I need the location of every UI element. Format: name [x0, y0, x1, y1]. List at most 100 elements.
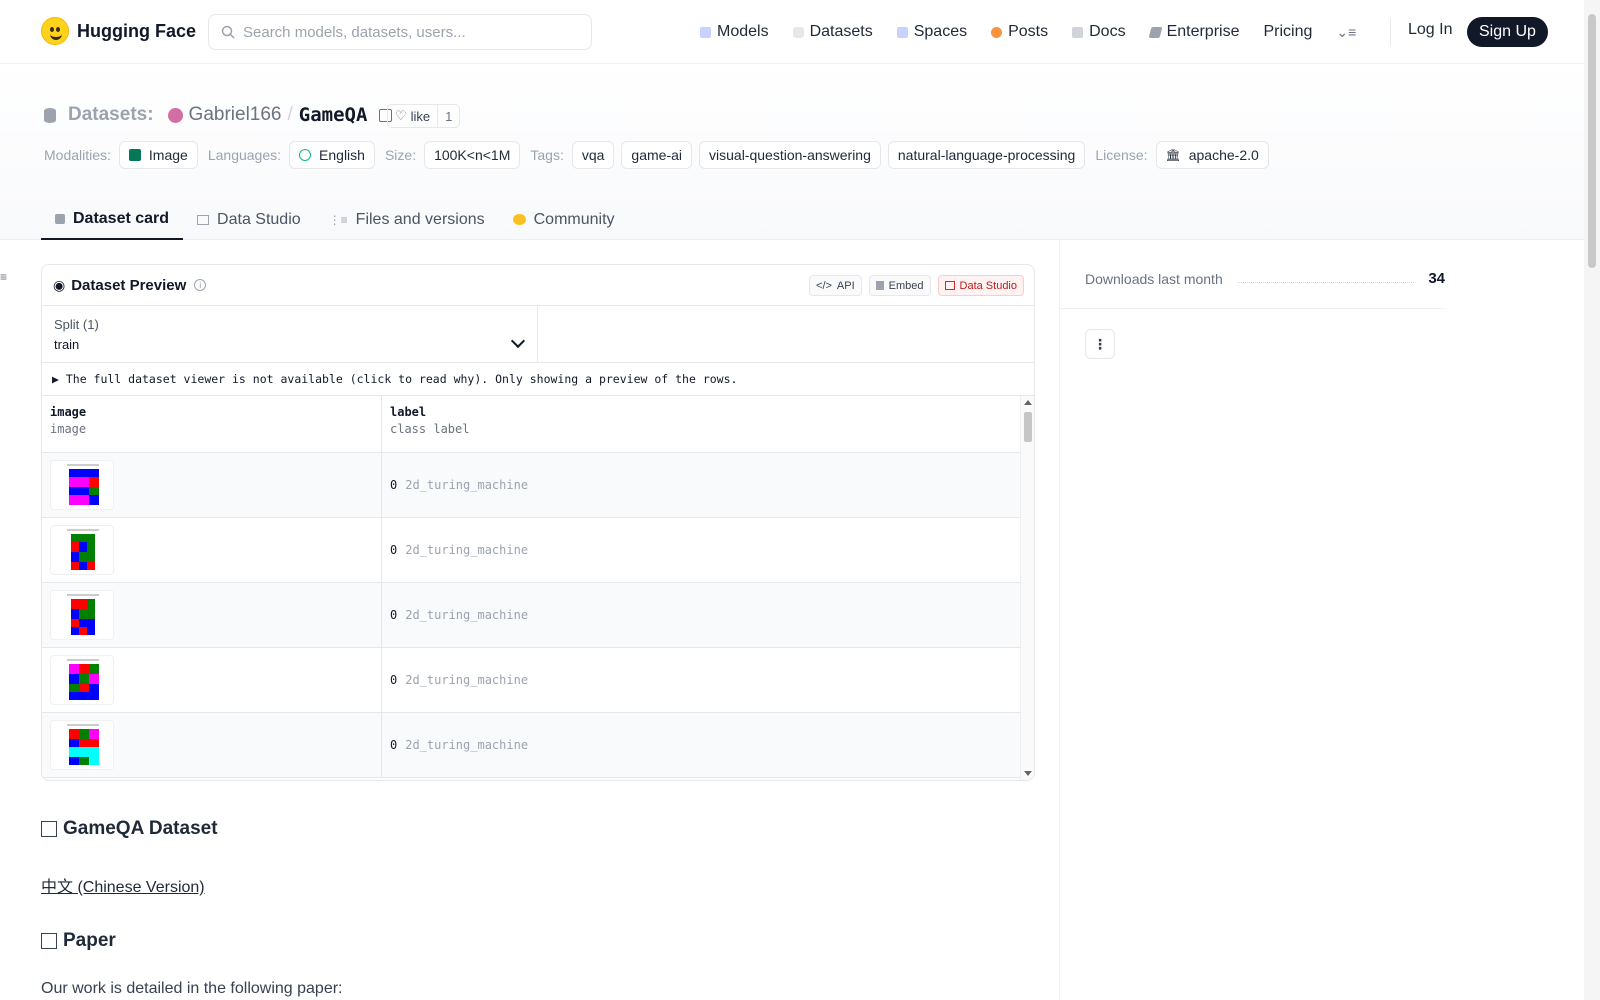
bubble-icon: [991, 26, 1003, 38]
language-chip[interactable]: English: [289, 141, 375, 169]
tab-data-studio[interactable]: Data Studio: [183, 199, 315, 240]
image-thumbnail[interactable]: [50, 720, 114, 770]
right-sidebar: Downloads last month 34 ⋮: [1059, 240, 1584, 1000]
table-row[interactable]: 0 2d_turing_machine: [42, 648, 1034, 713]
nav-enterprise[interactable]: Enterprise: [1148, 23, 1239, 41]
nav-divider: [1390, 18, 1391, 46]
community-icon: [512, 214, 526, 225]
nav-more-menu[interactable]: ⌄≡: [1336, 24, 1356, 41]
main-nav: Models Datasets Spaces Posts Docs Enterp…: [700, 18, 1380, 46]
table-body: 0 2d_turing_machine 0 2d_turing_machine 02…: [42, 453, 1034, 778]
book-icon: [1072, 26, 1084, 38]
modality-chip[interactable]: Image: [118, 141, 198, 169]
image-thumbnail[interactable]: [50, 525, 114, 575]
database-icon: [44, 107, 56, 123]
sidebar-toggle-icon[interactable]: ≡: [0, 270, 9, 284]
embed-button[interactable]: Embed: [868, 275, 931, 296]
nav-spaces[interactable]: Spaces: [896, 23, 967, 41]
split-select[interactable]: Split (1) train: [42, 306, 538, 362]
image-icon: [128, 149, 141, 161]
repo-name[interactable]: GameQA: [299, 104, 368, 126]
split-selector-row: Split (1) train: [42, 306, 1034, 363]
label-id: 0: [390, 478, 398, 492]
info-icon[interactable]: i: [194, 279, 207, 291]
enterprise-icon: [1148, 26, 1163, 38]
modalities-label: Modalities:: [44, 147, 111, 163]
box-icon: [41, 933, 57, 949]
page-scrollbar[interactable]: [1584, 0, 1600, 1000]
tags-label: Tags:: [530, 147, 564, 163]
preview-title: Dataset Preview: [71, 276, 187, 294]
crumb-kind[interactable]: Datasets:: [68, 104, 154, 126]
viewer-notice[interactable]: ▶ The full dataset viewer is not availab…: [42, 363, 1034, 396]
breadcrumb: Datasets: Gabriel166 / GameQA: [44, 104, 393, 126]
scroll-thumb[interactable]: [1024, 412, 1032, 442]
search-icon: [221, 25, 235, 39]
nav-models[interactable]: Models: [700, 23, 769, 41]
search-input[interactable]: [243, 23, 573, 41]
embed-icon: [875, 281, 884, 290]
search-box[interactable]: [208, 14, 592, 50]
nav-posts[interactable]: Posts: [991, 23, 1048, 41]
more-options-button[interactable]: ⋮: [1085, 329, 1115, 359]
label-id: 0: [390, 738, 398, 752]
chinese-version-link[interactable]: 中文 (Chinese Version): [41, 873, 205, 897]
top-navbar: Hugging Face Models Datasets Spaces Post…: [0, 0, 1584, 64]
heart-icon: ♡: [395, 108, 407, 123]
label-id: 0: [390, 608, 398, 622]
crumb-user[interactable]: Gabriel166: [189, 104, 282, 126]
files-icon: ⋮≡: [328, 212, 348, 227]
table-scrollbar[interactable]: [1020, 396, 1034, 780]
image-thumbnail[interactable]: [50, 655, 114, 705]
tag-chip[interactable]: game-ai: [621, 141, 693, 169]
column-header-image[interactable]: image image: [42, 396, 382, 452]
globe-icon: [299, 149, 312, 161]
tag-chip[interactable]: vqa: [571, 141, 615, 169]
label-text: 2d_turing_machine: [405, 543, 529, 557]
downloads-value: 34: [1428, 270, 1445, 287]
tab-files-and-versions[interactable]: ⋮≡ Files and versions: [315, 199, 499, 240]
api-button[interactable]: </> API: [809, 275, 862, 296]
label-text: 2d_turing_machine: [405, 608, 529, 622]
size-label: Size:: [384, 147, 417, 163]
tab-community[interactable]: Community: [499, 199, 629, 240]
data-studio-button[interactable]: Data Studio: [937, 275, 1024, 296]
downloads-label: Downloads last month: [1085, 270, 1223, 287]
nav-docs[interactable]: Docs: [1072, 23, 1126, 41]
login-link[interactable]: Log In: [1408, 21, 1452, 39]
bank-icon: 🏛: [1165, 148, 1181, 162]
tag-chip[interactable]: visual-question-answering: [699, 141, 881, 169]
size-chip[interactable]: 100K<n<1M: [424, 141, 521, 169]
like-button[interactable]: ♡ like 1: [387, 104, 461, 128]
signup-button[interactable]: Sign Up: [1467, 17, 1548, 47]
image-thumbnail[interactable]: [50, 460, 114, 510]
split-caption: Split (1): [54, 317, 99, 332]
table-row[interactable]: 0 2d_turing_machine: [42, 583, 1034, 648]
readme-heading: GameQA Dataset: [41, 818, 218, 840]
downloads-stat: Downloads last month 34: [1085, 270, 1445, 287]
eye-icon: ◉: [53, 276, 66, 293]
table-row[interactable]: 0 2d_turing_machine: [42, 453, 1034, 518]
nav-datasets[interactable]: Datasets: [792, 23, 873, 41]
tag-chip[interactable]: natural-language-processing: [887, 141, 1086, 169]
table-row[interactable]: 0 2d_turing_machine: [42, 713, 1034, 778]
code-icon: </>: [816, 279, 832, 292]
column-header-label[interactable]: label class label: [382, 396, 1034, 452]
label-id: 0: [390, 543, 398, 557]
license-label: License:: [1095, 147, 1148, 163]
image-thumbnail[interactable]: [50, 590, 114, 640]
paper-heading: Paper: [41, 930, 116, 952]
table-row[interactable]: 0 2d_turing_machine: [42, 518, 1034, 583]
table-icon: [944, 281, 955, 290]
nav-pricing[interactable]: Pricing: [1263, 23, 1312, 41]
like-count: 1: [445, 108, 453, 124]
license-chip[interactable]: 🏛 apache-2.0: [1155, 141, 1269, 169]
brand-logo[interactable]: Hugging Face: [41, 17, 196, 45]
grid-icon: [896, 26, 908, 38]
table-header: image image label class label: [42, 396, 1034, 453]
scroll-up-icon[interactable]: [1024, 400, 1032, 405]
scroll-down-icon[interactable]: [1024, 771, 1032, 776]
hugging-face-logo-icon: [41, 17, 69, 45]
tab-dataset-card[interactable]: Dataset card: [41, 199, 184, 240]
page-scroll-thumb[interactable]: [1588, 14, 1596, 268]
